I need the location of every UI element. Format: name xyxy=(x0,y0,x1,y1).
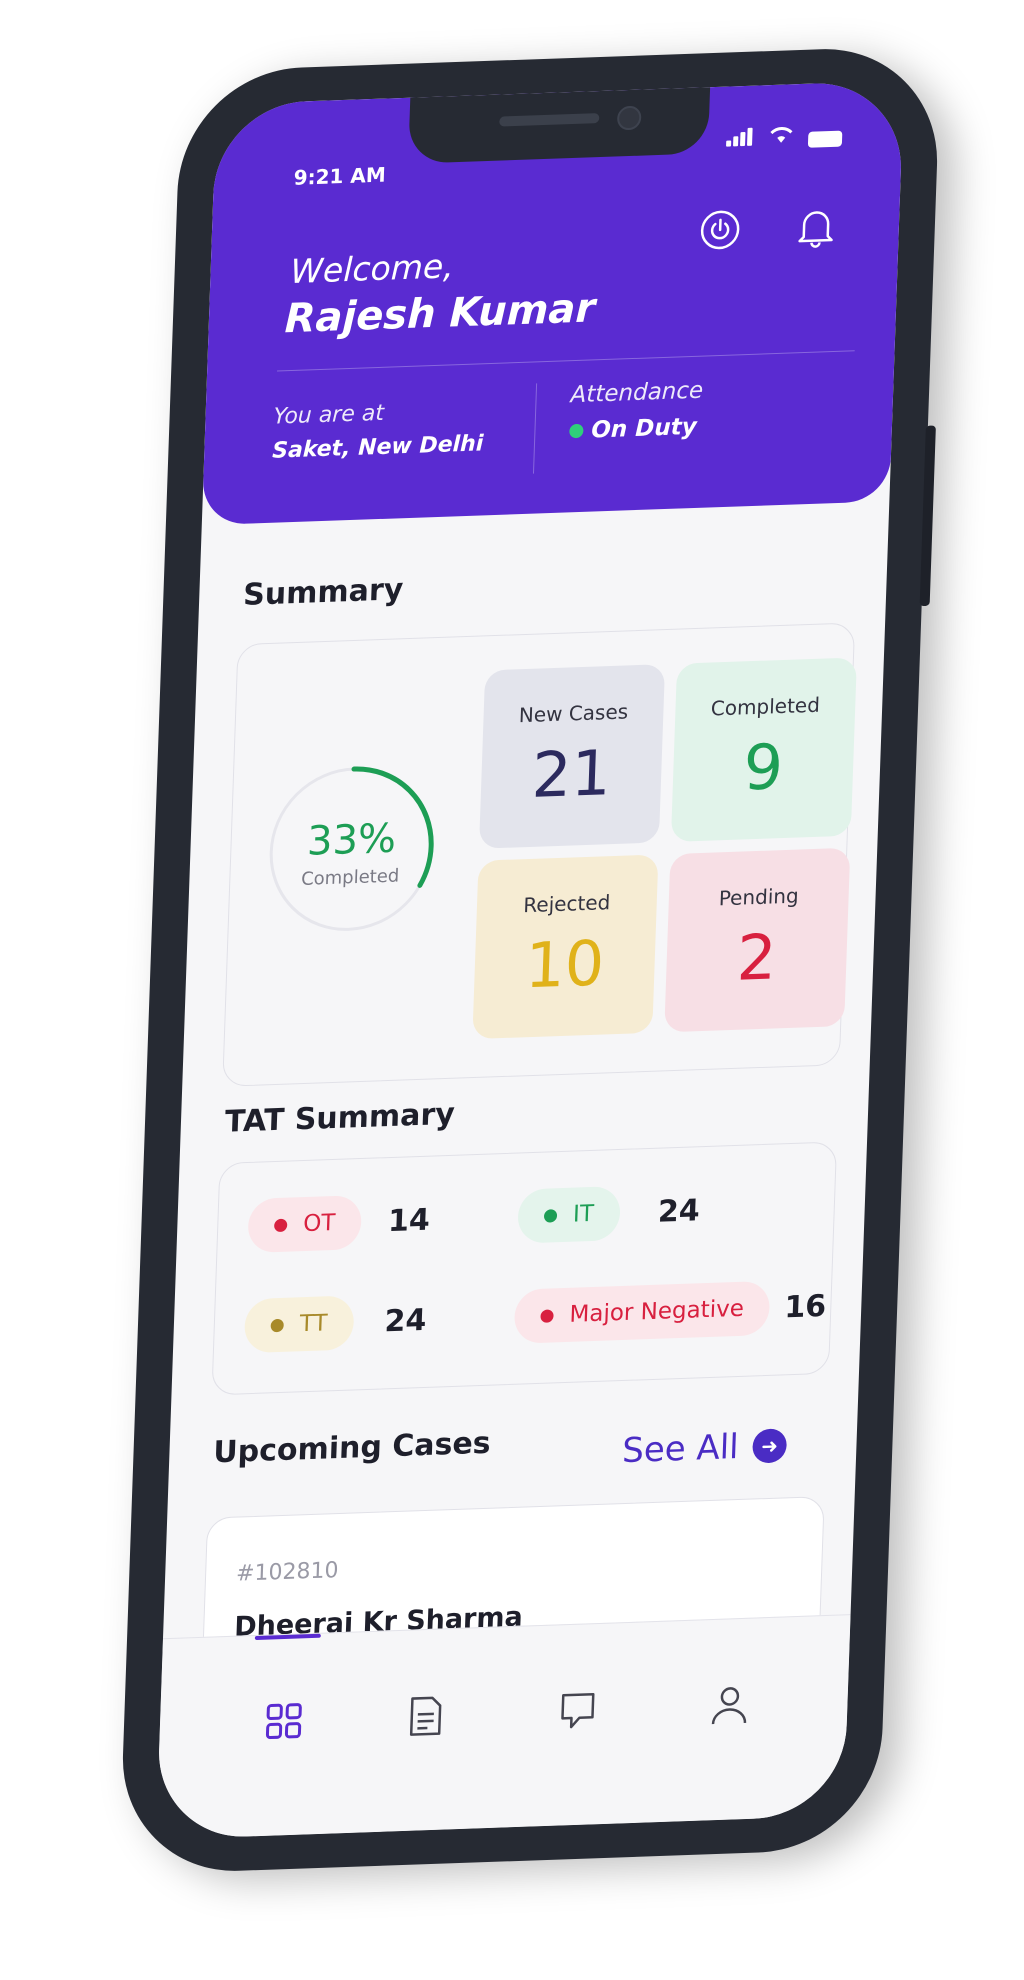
tile-completed[interactable]: Completed 9 xyxy=(670,657,857,843)
tile-label: Pending xyxy=(718,883,800,911)
tile-value: 2 xyxy=(735,920,778,995)
attendance-value: On Duty xyxy=(590,413,698,444)
attendance-status: On Duty xyxy=(569,414,697,445)
dashboard-icon xyxy=(265,1703,302,1740)
chip-dot-icon xyxy=(540,1308,554,1323)
chip-label: OT xyxy=(302,1209,336,1238)
chip-dot-icon xyxy=(273,1218,288,1232)
tile-pending[interactable]: Pending 2 xyxy=(664,847,851,1033)
header-divider xyxy=(277,350,855,372)
phone-side-button xyxy=(919,425,936,607)
location-value: Saket, New Delhi xyxy=(271,431,484,464)
status-dot-icon xyxy=(569,423,584,439)
tat-count-it: 24 xyxy=(657,1193,701,1230)
power-button[interactable] xyxy=(696,206,744,254)
status-time: 9:21 AM xyxy=(293,162,387,190)
tile-new-cases[interactable]: New Cases 21 xyxy=(478,664,666,849)
tile-value: 10 xyxy=(524,926,606,1003)
profile-icon xyxy=(711,1687,747,1725)
front-camera xyxy=(616,105,642,131)
tile-label: Rejected xyxy=(522,890,611,918)
notifications-button[interactable] xyxy=(792,203,840,251)
case-id: #102810 xyxy=(235,1558,339,1587)
tile-value: 21 xyxy=(530,735,613,812)
arrow-right-icon: ➜ xyxy=(752,1428,788,1464)
tile-label: New Cases xyxy=(518,699,629,728)
chip-label: IT xyxy=(572,1200,595,1228)
nav-dashboard[interactable] xyxy=(253,1690,315,1752)
tile-rejected[interactable]: Rejected 10 xyxy=(472,854,659,1040)
chip-label: Major Negative xyxy=(569,1295,745,1328)
nav-profile[interactable] xyxy=(699,1674,761,1736)
chip-label: TT xyxy=(299,1310,328,1338)
attendance-label: Attendance xyxy=(570,377,704,409)
tat-chip-tt[interactable]: TT xyxy=(243,1295,355,1354)
completion-percent: 33% xyxy=(306,815,397,865)
tat-chip-major-negative[interactable]: Major Negative xyxy=(513,1280,771,1344)
location-label: You are at xyxy=(272,400,385,430)
mockup-stage: 9:21 AM Welcome, Rajesh Kumar You are at… xyxy=(0,0,1024,1980)
header-vertical-divider xyxy=(532,383,538,474)
bell-icon xyxy=(798,211,833,248)
wifi-icon xyxy=(768,124,795,149)
user-name: Rajesh Kumar xyxy=(284,285,596,343)
chip-dot-icon xyxy=(543,1208,558,1223)
tat-chip-ot[interactable]: OT xyxy=(247,1195,363,1254)
power-icon xyxy=(700,210,740,250)
tat-summary-title: TAT Summary xyxy=(224,1096,456,1140)
tat-count-tt: 24 xyxy=(384,1302,427,1340)
tat-count-major-negative: 16 xyxy=(783,1288,827,1326)
bottom-nav xyxy=(155,1614,851,1840)
phone-frame: 9:21 AM Welcome, Rajesh Kumar You are at… xyxy=(118,45,942,1875)
see-all-link[interactable]: See All ➜ xyxy=(622,1425,788,1471)
signal-icon xyxy=(726,127,755,151)
speaker-grille xyxy=(499,113,600,127)
summary-card: 33% Completed New Cases 21 Completed 9 R… xyxy=(222,622,857,1087)
tile-value: 9 xyxy=(742,729,785,805)
tat-summary-card: OT 14 IT 24 TT 24 Major Negative 16 xyxy=(211,1141,838,1396)
summary-title: Summary xyxy=(242,572,404,613)
phone-screen: 9:21 AM Welcome, Rajesh Kumar You are at… xyxy=(155,80,905,1840)
nav-documents[interactable] xyxy=(395,1685,457,1747)
header-actions xyxy=(696,203,840,254)
tat-chip-it[interactable]: IT xyxy=(517,1185,621,1244)
nav-chat[interactable] xyxy=(547,1680,609,1742)
tile-label: Completed xyxy=(710,692,821,721)
battery-icon xyxy=(807,130,843,148)
chip-dot-icon xyxy=(270,1318,284,1332)
chat-icon xyxy=(561,1692,595,1729)
nav-active-indicator xyxy=(254,1633,321,1641)
upcoming-cases-title: Upcoming Cases xyxy=(212,1425,492,1471)
status-icons xyxy=(726,123,843,151)
phone-notch xyxy=(408,87,711,164)
document-icon xyxy=(409,1696,442,1736)
see-all-label: See All xyxy=(621,1426,740,1472)
welcome-text: Welcome, xyxy=(289,246,455,291)
tat-count-ot: 14 xyxy=(387,1202,431,1240)
